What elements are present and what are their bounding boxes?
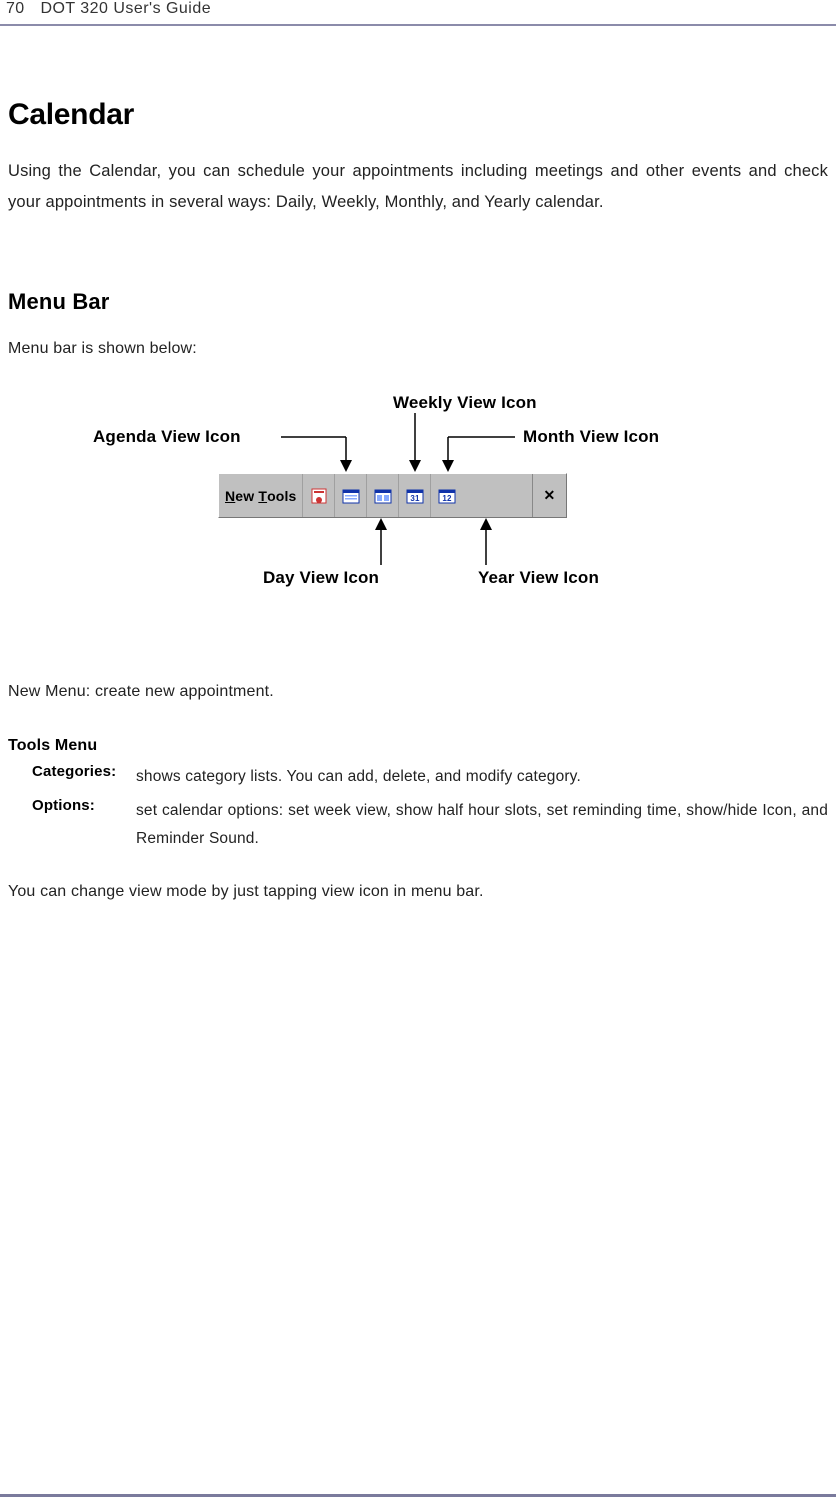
tools-menu-row: Options: set calendar options: set week … xyxy=(32,797,828,853)
menubar-heading: Menu Bar xyxy=(8,289,828,315)
menu-new-rest: ew xyxy=(235,488,254,504)
tools-menu-row: Categories: shows category lists. You ca… xyxy=(32,763,828,791)
agenda-view-icon[interactable] xyxy=(302,474,334,517)
tools-menu-heading: Tools Menu xyxy=(8,737,828,755)
tools-desc-categories: shows category lists. You can add, delet… xyxy=(136,763,828,791)
menubar-toolbar: New Tools 31 12 ✕ xyxy=(218,473,567,518)
day-view-icon[interactable] xyxy=(334,474,366,517)
svg-text:12: 12 xyxy=(442,494,452,503)
label-year-view: Year View Icon xyxy=(478,568,599,588)
page-header: 70 DOT 320 User's Guide xyxy=(0,0,836,26)
doc-title: DOT 320 User's Guide xyxy=(40,0,211,18)
label-day-view: Day View Icon xyxy=(263,568,379,588)
menu-new-accel: N xyxy=(225,488,235,504)
footer-rule xyxy=(0,1494,836,1500)
tools-term-categories: Categories: xyxy=(32,763,136,791)
tools-term-options: Options: xyxy=(32,797,136,853)
section-title: Calendar xyxy=(8,98,828,132)
label-weekly-view: Weekly View Icon xyxy=(393,393,537,413)
label-month-view: Month View Icon xyxy=(523,427,659,447)
closing-text: You can change view mode by just tapping… xyxy=(8,883,828,901)
toolbar-spacer xyxy=(462,474,532,517)
menubar-diagram: Weekly View Icon Agenda View Icon Month … xyxy=(88,393,748,618)
label-agenda-view: Agenda View Icon xyxy=(93,427,241,447)
page-number: 70 xyxy=(6,0,24,18)
month-view-icon[interactable]: 31 xyxy=(398,474,430,517)
close-button[interactable]: ✕ xyxy=(532,474,566,517)
year-view-icon[interactable]: 12 xyxy=(430,474,462,517)
close-icon: ✕ xyxy=(544,487,556,504)
weekly-view-icon[interactable] xyxy=(366,474,398,517)
tools-desc-options: set calendar options: set week view, sho… xyxy=(136,797,828,853)
menubar-caption: Menu bar is shown below: xyxy=(8,335,828,364)
section-intro: Using the Calendar, you can schedule you… xyxy=(8,156,828,219)
menu-tools-rest: ools xyxy=(267,488,296,504)
new-menu-text: New Menu: create new appointment. xyxy=(8,678,828,707)
menu-new[interactable]: New Tools xyxy=(219,474,302,517)
menu-tools-accel: T xyxy=(258,488,267,504)
svg-text:31: 31 xyxy=(410,494,420,503)
page-body: Calendar Using the Calendar, you can sch… xyxy=(0,26,836,901)
